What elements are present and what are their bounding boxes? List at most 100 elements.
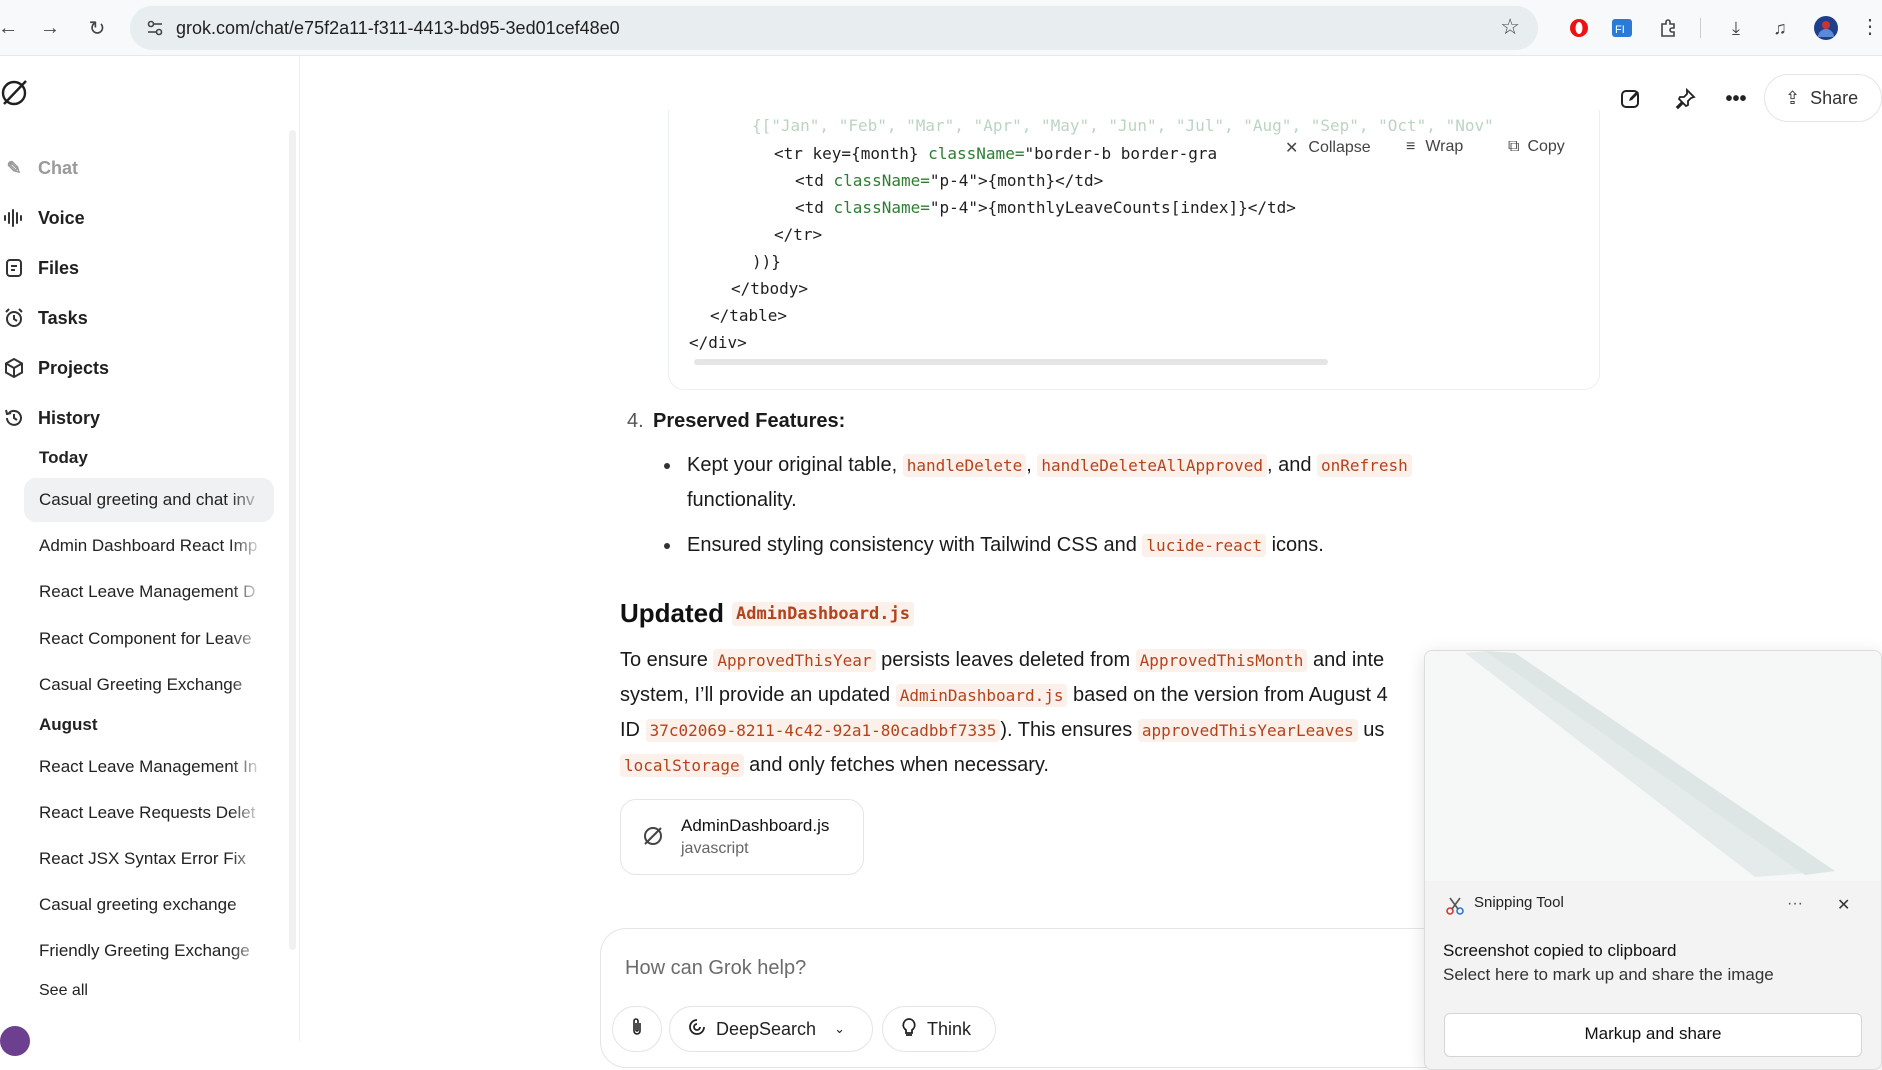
chat-input[interactable]: How can Grok help? <box>625 957 806 980</box>
new-chat-icon[interactable] <box>1614 82 1648 116</box>
code-token: <tr key={month} <box>774 144 929 163</box>
grok-file-icon <box>641 824 665 853</box>
snipping-tool-notification[interactable]: ··· ✕ <box>1424 650 1882 1070</box>
chevron-down-icon[interactable]: ⌄ <box>834 1021 845 1037</box>
close-icon[interactable]: ✕ <box>1837 895 1850 915</box>
share-upload-icon: ⇪ <box>1785 87 1801 108</box>
profile-avatar-icon[interactable] <box>1812 14 1840 42</box>
sidebar-item-history[interactable]: History <box>0 398 290 438</box>
text-span: ). This ensures <box>1000 719 1133 741</box>
history-item[interactable]: React Component for Leave <box>24 617 274 661</box>
file-language: javascript <box>681 840 749 857</box>
deepsearch-label: DeepSearch <box>716 1018 817 1039</box>
section-heading: Updated AdminDashboard.js <box>620 598 914 629</box>
paragraph-line: system, I’ll provide an updated AdminDas… <box>620 684 1388 707</box>
history-item-label: Casual greeting exchange <box>39 895 237 914</box>
bullet-text: Ensured styling consistency with Tailwin… <box>687 534 1324 557</box>
code-horizontal-scrollbar[interactable] <box>694 359 1328 365</box>
sidebar-item-chat[interactable]: ✎ Chat <box>0 148 290 188</box>
inline-code: ApprovedThisMonth <box>1135 649 1308 672</box>
text-span: system, I’ll provide an updated <box>620 684 891 706</box>
wrap-button[interactable]: ≡ Wrap <box>1406 138 1464 156</box>
cube-icon <box>2 356 26 380</box>
history-item[interactable]: Admin Dashboard React Imp <box>24 524 274 568</box>
pin-icon[interactable] <box>1668 82 1702 116</box>
paperclip-icon <box>630 1017 644 1042</box>
code-token: <td <box>795 171 834 190</box>
history-group-today: Today <box>39 448 88 467</box>
collapse-button[interactable]: ✕ Collapse <box>1281 138 1371 158</box>
share-button[interactable]: ⇪ Share <box>1764 74 1882 122</box>
download-icon[interactable]: ⤓ <box>1722 14 1750 42</box>
list-number: 4. <box>627 410 644 432</box>
history-item[interactable]: React Leave Management D <box>24 570 274 614</box>
toolbar-divider <box>1700 18 1701 38</box>
code-line: <tr key={month} className="border-b bord… <box>774 144 1218 163</box>
screenshot-preview <box>1425 651 1881 881</box>
attach-button[interactable] <box>612 1006 662 1052</box>
avatar[interactable] <box>0 1026 30 1056</box>
more-options-icon[interactable]: ••• <box>1719 82 1753 116</box>
more-menu-icon[interactable]: ⋮ <box>1860 14 1880 39</box>
collapse-icon: ✕ <box>1285 140 1299 157</box>
history-item-label: React Leave Management D <box>39 582 256 601</box>
bullet-dot <box>664 543 670 549</box>
history-item-label: Casual Greeting Exchange <box>39 675 243 694</box>
url-text[interactable]: grok.com/chat/e75f2a11-f311-4413-bd95-3e… <box>176 18 620 39</box>
sidebar-item-voice[interactable]: Voice <box>0 198 290 238</box>
history-item[interactable]: Casual greeting and chat inv <box>24 478 274 522</box>
code-line: </div> <box>689 333 747 352</box>
site-settings-icon[interactable] <box>140 13 170 43</box>
history-icon <box>2 406 26 430</box>
sidebar-item-files[interactable]: Files <box>0 248 290 288</box>
code-token: className= <box>928 144 1025 163</box>
text-span: based on the version from August 4 <box>1073 684 1388 706</box>
inline-code: ApprovedThisYear <box>713 649 876 672</box>
sidebar-item-projects[interactable]: Projects <box>0 348 290 388</box>
puzzle-icon[interactable] <box>1655 14 1683 42</box>
media-control-icon[interactable]: ♫ <box>1766 14 1794 42</box>
history-item-label: React JSX Syntax Error Fix <box>39 849 246 868</box>
deepsearch-button[interactable]: DeepSearch ⌄ <box>669 1006 873 1052</box>
notification-subtitle: Select here to mark up and share the ima… <box>1443 965 1774 984</box>
lightbulb-icon <box>901 1017 917 1042</box>
text-span: icons. <box>1271 534 1324 556</box>
file-name: AdminDashboard.js <box>681 816 830 835</box>
sidebar-item-label: Files <box>38 257 80 278</box>
notification-app-name: Snipping Tool <box>1474 894 1564 911</box>
opera-extension-icon[interactable] <box>1565 14 1593 42</box>
grok-logo-icon[interactable] <box>0 78 30 108</box>
browser-toolbar: ← → ↻ grok.com/chat/e75f2a11-f311-4413-b… <box>0 0 1882 56</box>
think-button[interactable]: Think <box>882 1006 996 1052</box>
wrap-icon: ≡ <box>1406 138 1416 155</box>
history-group-august: August <box>39 715 98 734</box>
reload-icon[interactable]: ↻ <box>83 14 111 42</box>
inline-code: localStorage <box>620 754 744 777</box>
sidebar-scrollbar[interactable] <box>289 130 296 950</box>
code-token: "p-4" <box>929 198 979 217</box>
paragraph-line: ID 37c02069-8211-4c42-92a1-80cadbbf7335)… <box>620 719 1384 742</box>
more-options-icon[interactable]: ··· <box>1787 895 1803 913</box>
fi-extension-icon[interactable]: FI <box>1608 14 1636 42</box>
code-line: ))} <box>752 252 781 271</box>
sidebar-item-tasks[interactable]: Tasks <box>0 298 290 338</box>
history-item[interactable]: Friendly Greeting Exchange <box>24 929 274 973</box>
history-item-label: Admin Dashboard React Imp <box>39 536 258 555</box>
back-arrow-icon[interactable]: ← <box>0 14 22 42</box>
markup-and-share-button[interactable]: Markup and share <box>1444 1013 1862 1057</box>
history-item[interactable]: Casual greeting exchange <box>24 883 274 927</box>
history-item[interactable]: React Leave Management In <box>24 745 274 789</box>
history-item[interactable]: React JSX Syntax Error Fix <box>24 837 274 881</box>
text-span: To ensure <box>620 649 708 671</box>
think-label: Think <box>927 1018 972 1039</box>
see-all-link[interactable]: See all <box>39 982 88 1000</box>
svg-text:FI: FI <box>1615 24 1625 36</box>
address-bar[interactable]: grok.com/chat/e75f2a11-f311-4413-bd95-3e… <box>130 6 1538 50</box>
bookmark-star-icon[interactable]: ☆ <box>1500 14 1520 40</box>
copy-button[interactable]: ⧉ Copy <box>1508 138 1565 156</box>
forward-arrow-icon[interactable]: → <box>36 14 64 42</box>
history-item[interactable]: Casual Greeting Exchange <box>24 663 274 707</box>
history-item[interactable]: React Leave Requests Delet <box>24 791 274 835</box>
sidebar-item-label: Chat <box>38 157 78 178</box>
file-attachment-card[interactable]: AdminDashboard.js javascript <box>620 799 864 875</box>
